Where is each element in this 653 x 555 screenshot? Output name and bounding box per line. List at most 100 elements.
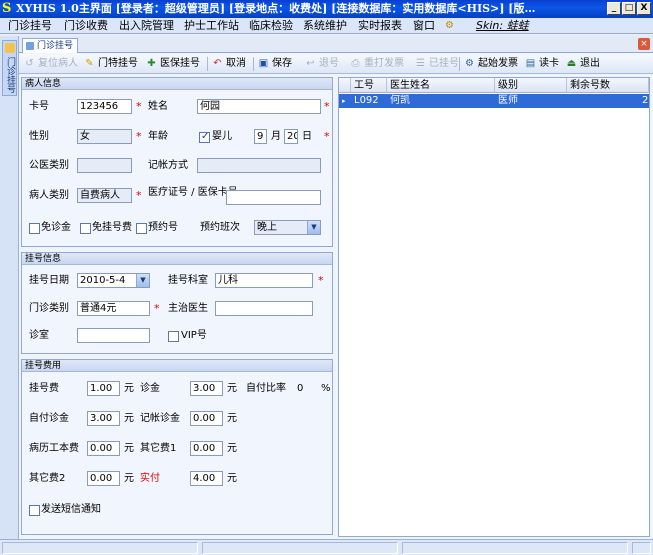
column-header-doctor-name[interactable]: 医生姓名 — [387, 78, 495, 93]
exit-button[interactable]: ⏏ 退出 — [565, 56, 600, 72]
skin-label[interactable]: Skin: 蛙蛙 — [476, 19, 529, 33]
free-reg-fee-checkbox[interactable] — [80, 223, 91, 234]
document-tab-row: 门诊挂号 × — [19, 36, 653, 53]
menu-admission-discharge[interactable]: 出入院管理 — [119, 19, 174, 33]
column-header-remaining[interactable]: 剩余号数 — [567, 78, 649, 93]
appointment-checkbox[interactable] — [136, 223, 147, 234]
read-card-label: 读卡 — [539, 58, 559, 69]
required-mark: * — [154, 302, 160, 315]
cancel-button[interactable]: ↶ 取消 — [211, 56, 246, 72]
sex-input[interactable]: 女 — [77, 129, 132, 144]
resize-grip-icon[interactable] — [632, 542, 651, 554]
doctor-label: 主治医生 — [168, 303, 208, 314]
maximize-button[interactable]: □ — [622, 2, 636, 15]
record-fee-label: 病历工本费 — [29, 443, 79, 454]
doctor-input[interactable] — [215, 301, 313, 316]
menu-window[interactable]: 窗口 — [413, 19, 435, 33]
account-consult-input[interactable]: 0.00 — [190, 411, 223, 426]
close-window-button[interactable]: X — [637, 2, 651, 15]
left-tab-label: 门诊挂号 — [5, 57, 15, 93]
column-header-id[interactable]: 工号 — [351, 78, 387, 93]
chevron-down-icon[interactable]: ▼ — [307, 221, 320, 234]
room-input[interactable] — [77, 328, 150, 343]
cell-id: L092 — [354, 95, 379, 106]
appointment-shift-label: 预约班次 — [200, 222, 240, 233]
insurance-icon: ✚ — [147, 58, 156, 69]
toolbar-separator — [253, 57, 254, 71]
actual-paid-input[interactable]: 4.00 — [190, 471, 223, 486]
appointment-shift-select[interactable]: 晚上 ▼ — [254, 220, 321, 235]
clinic-type-input[interactable]: 普通4元 — [77, 301, 150, 316]
account-method-input[interactable] — [197, 158, 321, 173]
menu-nurse-station[interactable]: 护士工作站 — [184, 19, 239, 33]
reg-dept-input[interactable]: 儿科 — [215, 273, 313, 288]
print-icon: ⎙ — [351, 58, 360, 69]
vip-checkbox[interactable] — [168, 331, 179, 342]
list-icon: ☰ — [416, 58, 425, 69]
menu-clinical-lab[interactable]: 临床检验 — [249, 19, 293, 33]
tab-outpatient-registration[interactable]: 门诊挂号 — [22, 38, 79, 53]
read-card-button[interactable]: ▤ 读卡 — [524, 56, 559, 72]
save-label: 保存 — [272, 58, 292, 69]
card-number-input[interactable]: 123456 — [77, 99, 132, 114]
percent-label: % — [321, 383, 331, 394]
registered-button[interactable]: ☰ 已挂号 — [414, 56, 459, 72]
menu-outpatient-charge[interactable]: 门诊收费 — [64, 19, 108, 33]
yuan-label: 元 — [124, 383, 134, 394]
other2-label: 其它费2 — [29, 473, 66, 484]
sms-label: 发送短信通知 — [41, 504, 101, 515]
exit-icon: ⏏ — [566, 58, 577, 69]
public-type-input[interactable] — [77, 158, 132, 173]
start-invoice-button[interactable]: ⚙ 起始发票 — [463, 56, 518, 72]
special-registration-button[interactable]: ✎ 门特挂号 — [83, 56, 138, 72]
skin-icon[interactable]: ⚙ — [445, 19, 454, 33]
consult-fee-input[interactable]: 3.00 — [190, 381, 223, 396]
chevron-down-icon[interactable]: ▼ — [136, 274, 149, 287]
insurance-no-label: 医疗证号 / 医保卡号 — [148, 187, 238, 198]
month-input[interactable]: 9 — [254, 129, 267, 144]
name-input[interactable]: 何园 — [197, 99, 321, 114]
required-mark: * — [324, 130, 330, 143]
reprint-invoice-button[interactable]: ⎙ 重打发票 — [349, 56, 405, 72]
menu-outpatient-registration[interactable]: 门诊挂号 — [8, 19, 52, 33]
minimize-button[interactable]: _ — [607, 2, 621, 15]
actual-paid-label: 实付 — [140, 473, 160, 484]
reg-date-value: 2010-5-4 — [80, 275, 126, 286]
close-tab-icon[interactable]: × — [638, 38, 650, 50]
month-label: 月 — [271, 131, 281, 142]
yuan-label: 元 — [227, 383, 237, 394]
save-button[interactable]: ▣ 保存 — [257, 56, 292, 72]
patient-type-input[interactable]: 自费病人 — [77, 188, 132, 203]
record-fee-input[interactable]: 0.00 — [87, 441, 120, 456]
day-input[interactable]: 20 — [284, 129, 298, 144]
self-ratio-value: 0 — [297, 383, 304, 394]
left-tab-outpatient-registration[interactable]: 门诊挂号 — [2, 40, 17, 96]
sms-checkbox[interactable] — [29, 505, 40, 516]
infant-checkbox[interactable] — [199, 131, 210, 143]
other1-input[interactable]: 0.00 — [190, 441, 223, 456]
menu-realtime-reports[interactable]: 实时报表 — [358, 19, 402, 33]
table-row[interactable]: ▸ L092 何凯 医师 2 — [339, 94, 649, 108]
reg-fee-input[interactable]: 1.00 — [87, 381, 120, 396]
free-consult-checkbox[interactable] — [29, 223, 40, 234]
other2-input[interactable]: 0.00 — [87, 471, 120, 486]
insurance-registration-label: 医保挂号 — [160, 58, 200, 69]
required-mark: * — [324, 100, 330, 113]
appointment-label: 预约号 — [148, 222, 178, 233]
gear-icon: ⚙ — [465, 58, 474, 69]
menu-system-maintenance[interactable]: 系统维护 — [303, 19, 347, 33]
reg-dept-label: 挂号科室 — [168, 275, 208, 286]
yuan-label: 元 — [227, 473, 237, 484]
self-consult-input[interactable]: 3.00 — [87, 411, 120, 426]
consult-fee-label: 诊金 — [140, 383, 160, 394]
insurance-registration-button[interactable]: ✚ 医保挂号 — [145, 56, 200, 72]
age-label: 年龄 — [148, 131, 168, 142]
column-header-level[interactable]: 级别 — [495, 78, 567, 93]
reset-patient-button[interactable]: ↺ 复位病人 — [23, 56, 78, 72]
vip-label: VIP号 — [181, 330, 207, 341]
pencil-icon: ✎ — [85, 58, 94, 69]
insurance-no-input[interactable] — [226, 190, 321, 205]
reg-date-picker[interactable]: 2010-5-4 ▼ — [77, 273, 150, 288]
refund-button[interactable]: ↩ 退号 — [304, 56, 339, 72]
doctor-grid: 工号 医生姓名 级别 剩余号数 ▸ L092 何凯 医师 2 — [338, 77, 650, 537]
